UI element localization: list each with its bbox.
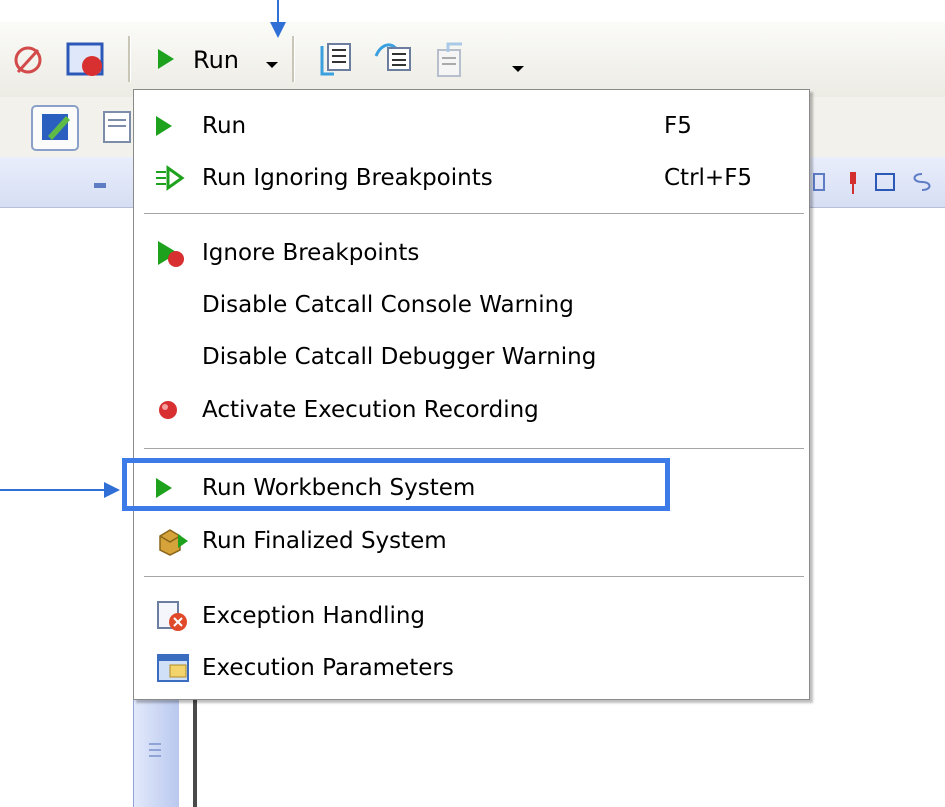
step-over-icon[interactable] [372,38,416,82]
menu-item-label: Activate Execution Recording [202,397,539,423]
run-ignoring-breakpoints-icon [156,165,185,191]
menu-item-label: Ignore Breakpoints [202,240,420,266]
view-toolbar-icons [813,172,931,194]
minimize-icon[interactable] [94,183,106,188]
menu-item-disable-catcall-console-warning[interactable]: Disable Catcall Console Warning [134,279,809,331]
ignore-breakpoints-icon [158,241,184,267]
menu-item-shortcut: Ctrl+F5 [664,165,753,191]
toolbar-separator [292,36,295,82]
menu-item-label: Exception Handling [202,603,426,629]
exception-handling-icon [157,601,187,631]
menu-item-execution-parameters[interactable]: Execution Parameters [134,642,809,694]
step-into-icon[interactable] [314,38,358,82]
toolbar-separator [128,36,131,82]
menu-separator [144,576,804,578]
stop-execution-icon[interactable] [66,40,108,80]
menu-item-label: Run Finalized System [202,528,447,554]
menu-item-exception-handling[interactable]: Exception Handling [134,590,809,642]
menu-item-run-finalized-system[interactable]: Run Finalized System [134,515,809,567]
menu-separator [144,213,804,215]
pointer-arrow-line [0,489,104,491]
menu-item-label: Disable Catcall Console Warning [202,292,574,318]
menu-item-label: Run [202,113,247,139]
menu-item-disable-catcall-debugger-warning[interactable]: Disable Catcall Debugger Warning [134,331,809,383]
chevron-down-icon[interactable] [512,66,524,72]
remove-breakpoints-icon[interactable] [8,42,48,78]
execution-parameters-icon [157,654,189,682]
menu-item-ignore-breakpoints[interactable]: Ignore Breakpoints [134,227,809,279]
run-button-label[interactable]: Run [193,46,239,74]
finalized-package-icon [159,529,188,556]
run-button[interactable] [158,49,174,69]
menu-item-activate-execution-recording[interactable]: Activate Execution Recording [134,384,809,436]
arrow-right-icon [104,482,120,498]
menu-item-run-ignoring-breakpoints[interactable]: Run Ignoring Breakpoints Ctrl+F5 [134,152,809,204]
menu-item-shortcut: F5 [664,113,692,139]
menu-item-label: Run Ignoring Breakpoints [202,165,493,191]
menu-separator [144,448,804,450]
document-icon[interactable] [100,108,134,148]
arrow-down-icon [270,22,286,38]
chevron-down-icon[interactable] [266,62,278,68]
edit-mode-icon[interactable] [30,104,82,152]
highlight-annotation-box [122,458,670,511]
step-out-icon[interactable] [432,38,476,82]
run-dropdown-menu: Run F5 Run Ignoring Breakpoints Ctrl+F5 … [133,89,810,700]
menu-item-label: Disable Catcall Debugger Warning [202,344,597,370]
run-arrow-icon [158,49,174,69]
menu-item-run[interactable]: Run F5 [134,100,809,152]
record-dot-icon [159,401,177,419]
pointer-arrow-line [277,0,279,24]
grip-icon [149,743,161,757]
menu-item-label: Execution Parameters [202,655,454,681]
run-arrow-icon [156,116,172,136]
